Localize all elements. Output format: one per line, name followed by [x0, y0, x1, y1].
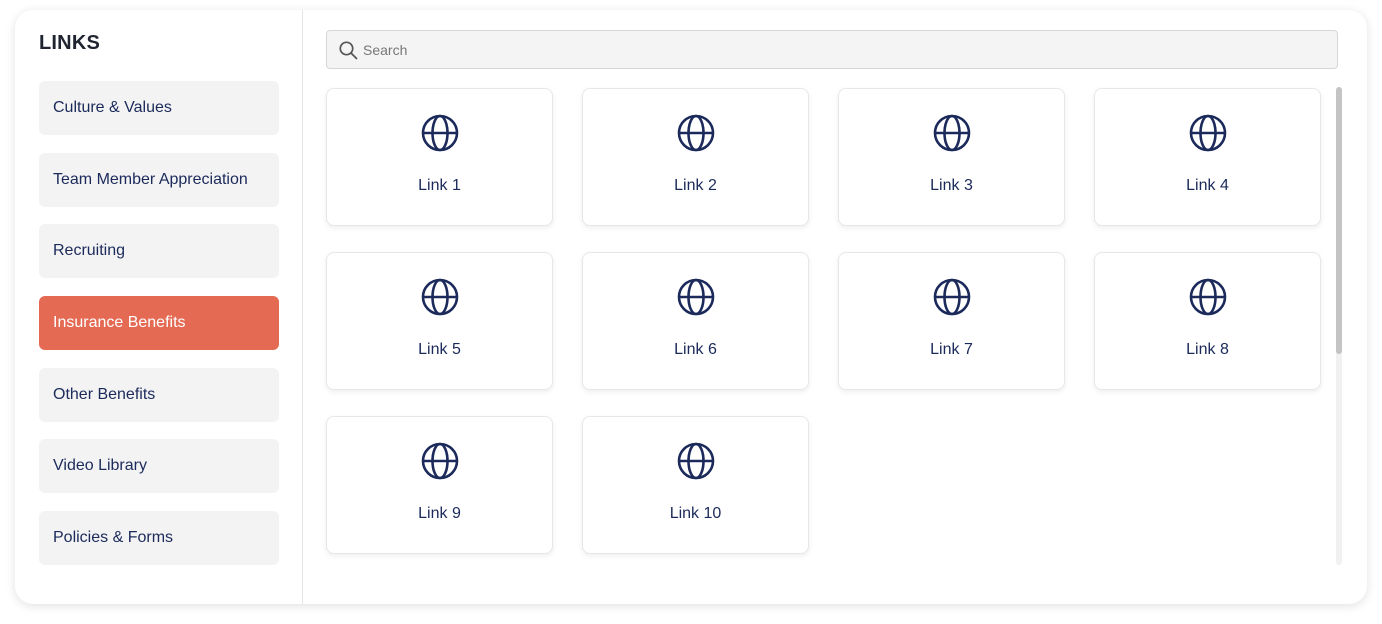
sidebar-item-policies-forms[interactable]: Policies & Forms [39, 511, 279, 565]
globe-icon [677, 442, 715, 480]
sidebar-item-video-library[interactable]: Video Library [39, 439, 279, 493]
globe-icon [1189, 114, 1227, 152]
link-label: Link 8 [1186, 341, 1229, 358]
link-label: Link 7 [930, 341, 973, 358]
sidebar-item-recruiting[interactable]: Recruiting [39, 224, 279, 278]
link-label: Link 3 [930, 177, 973, 194]
globe-icon [1189, 278, 1227, 316]
sidebar-item-other-benefits[interactable]: Other Benefits [39, 368, 279, 422]
link-card-7[interactable]: Link 7 [838, 252, 1065, 390]
globe-icon [933, 278, 971, 316]
sidebar-item-label: Video Library [53, 457, 147, 474]
link-label: Link 2 [674, 177, 717, 194]
link-card-1[interactable]: Link 1 [326, 88, 553, 226]
link-card-6[interactable]: Link 6 [582, 252, 809, 390]
sidebar-item-insurance-benefits[interactable]: Insurance Benefits [39, 296, 279, 350]
globe-icon [421, 442, 459, 480]
sidebar-item-label: Other Benefits [53, 386, 156, 403]
sidebar-item-label: Recruiting [53, 242, 126, 259]
link-card-5[interactable]: Link 5 [326, 252, 553, 390]
search-bar [326, 30, 1338, 69]
link-card-2[interactable]: Link 2 [582, 88, 809, 226]
link-card-3[interactable]: Link 3 [838, 88, 1065, 226]
link-label: Link 5 [418, 341, 461, 358]
globe-icon [421, 278, 459, 316]
link-label: Link 9 [418, 505, 461, 522]
link-label: Link 10 [669, 505, 722, 522]
link-label: Link 6 [674, 341, 717, 358]
sidebar-item-label: Team Member Appreciation [53, 171, 248, 188]
search-icon [339, 41, 358, 60]
globe-icon [421, 114, 459, 152]
sidebar-title: LINKS [39, 32, 100, 54]
scrollbar-thumb[interactable] [1336, 87, 1342, 354]
sidebar-item-label: Insurance Benefits [53, 314, 186, 331]
search-input[interactable] [363, 31, 1323, 68]
globe-icon [677, 278, 715, 316]
link-card-9[interactable]: Link 9 [326, 416, 553, 554]
links-panel: LINKS Culture & Values Team Member Appre… [15, 10, 1367, 604]
sidebar-item-team-member-appreciation[interactable]: Team Member Appreciation [39, 153, 279, 207]
globe-icon [677, 114, 715, 152]
link-label: Link 1 [418, 177, 461, 194]
sidebar-item-label: Policies & Forms [53, 529, 174, 546]
sidebar: LINKS Culture & Values Team Member Appre… [15, 10, 303, 604]
link-card-4[interactable]: Link 4 [1094, 88, 1321, 226]
link-card-8[interactable]: Link 8 [1094, 252, 1321, 390]
link-card-10[interactable]: Link 10 [582, 416, 809, 554]
sidebar-item-label: Culture & Values [53, 99, 172, 116]
sidebar-item-culture-values[interactable]: Culture & Values [39, 81, 279, 135]
link-label: Link 4 [1186, 177, 1229, 194]
globe-icon [933, 114, 971, 152]
